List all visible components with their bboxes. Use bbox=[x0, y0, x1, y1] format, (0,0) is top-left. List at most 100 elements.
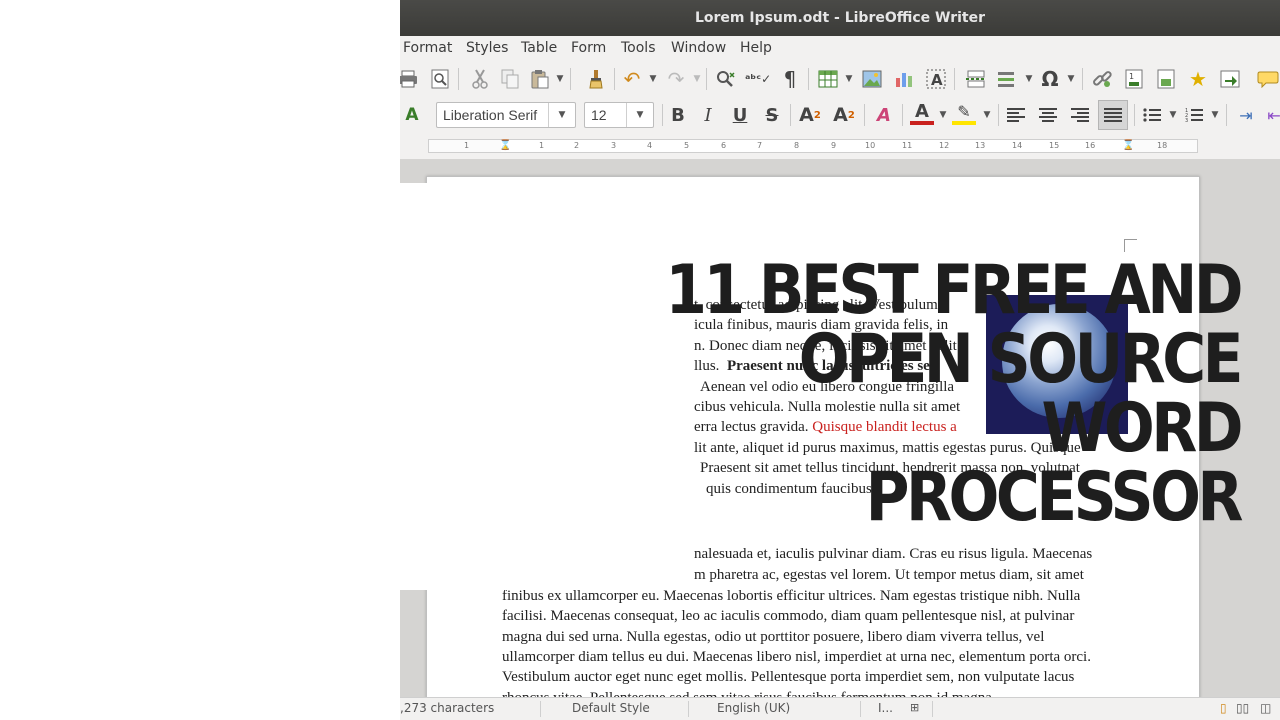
menu-form[interactable]: Form bbox=[571, 40, 606, 56]
toolbar-separator bbox=[1226, 104, 1227, 126]
font-color-icon[interactable]: A bbox=[910, 101, 934, 125]
toolbar-separator bbox=[902, 104, 903, 126]
paste-dropdown-icon[interactable]: ▼ bbox=[555, 67, 565, 91]
headline-line: PROCESSOR bbox=[865, 458, 1244, 537]
superscript-icon[interactable]: A2 bbox=[798, 103, 822, 127]
styles-icon[interactable]: A bbox=[400, 103, 424, 127]
font-name-dropdown-icon[interactable]: ▼ bbox=[548, 103, 575, 127]
toolbar-separator bbox=[1082, 68, 1083, 90]
redo-icon[interactable]: ↷ bbox=[664, 67, 688, 91]
font-size-dropdown-icon[interactable]: ▼ bbox=[626, 103, 653, 127]
special-character-icon[interactable]: Ω bbox=[1038, 67, 1062, 91]
align-right-icon[interactable] bbox=[1068, 103, 1092, 127]
ruler-label: 12 bbox=[939, 141, 950, 150]
menu-format[interactable]: Format bbox=[403, 40, 452, 56]
toolbar-separator bbox=[998, 104, 999, 126]
menu-tools[interactable]: Tools bbox=[621, 40, 656, 56]
paste-icon[interactable] bbox=[528, 67, 552, 91]
align-center-icon[interactable] bbox=[1036, 103, 1060, 127]
insert-table-icon[interactable] bbox=[816, 67, 840, 91]
highlight-icon[interactable]: ✎ bbox=[952, 101, 976, 125]
insert-image-icon[interactable] bbox=[860, 67, 884, 91]
bullets-dropdown-icon[interactable]: ▼ bbox=[1168, 103, 1178, 127]
multi-page-view-icon[interactable]: ▯▯ bbox=[1236, 701, 1249, 715]
spelling-icon[interactable]: ᵃᵇᶜ✓ bbox=[745, 67, 771, 91]
toolbar-separator bbox=[1134, 104, 1135, 126]
increase-indent-icon[interactable]: ⇥ bbox=[1234, 103, 1258, 127]
hyperlink-icon[interactable] bbox=[1090, 67, 1114, 91]
insert-field-icon[interactable] bbox=[996, 67, 1020, 91]
font-size-combo[interactable]: 12 ▼ bbox=[584, 102, 654, 128]
special-character-dropdown-icon[interactable]: ▼ bbox=[1066, 67, 1076, 91]
cross-reference-icon[interactable] bbox=[1218, 67, 1242, 91]
clone-formatting-icon[interactable] bbox=[584, 67, 608, 91]
strikethrough-icon[interactable]: S bbox=[760, 103, 784, 127]
underline-icon[interactable]: U bbox=[728, 103, 752, 127]
font-color-dropdown-icon[interactable]: ▼ bbox=[938, 103, 948, 127]
insert-chart-icon[interactable] bbox=[892, 67, 916, 91]
page-style[interactable]: Default Style bbox=[572, 701, 650, 715]
find-replace-icon[interactable] bbox=[714, 67, 738, 91]
standard-toolbar: ▼ ↶ ▼ ↷ ▼ ᵃᵇᶜ✓ ¶ ▼ A ▼ Ω ▼ 1 ★ bbox=[400, 62, 1280, 96]
toolbar-separator bbox=[864, 104, 865, 126]
numbering-dropdown-icon[interactable]: ▼ bbox=[1210, 103, 1220, 127]
menu-help[interactable]: Help bbox=[740, 40, 772, 56]
insert-mode[interactable]: I... bbox=[878, 701, 893, 715]
menu-bar: Format Styles Table Form Tools Window He… bbox=[400, 37, 1280, 61]
copy-icon[interactable] bbox=[498, 67, 522, 91]
highlight-dropdown-icon[interactable]: ▼ bbox=[982, 103, 992, 127]
ruler-indent-marker-icon[interactable]: ⌛ bbox=[499, 140, 511, 152]
toolbar-separator bbox=[458, 68, 459, 90]
horizontal-ruler[interactable]: 1 ⌛ 1 2 3 4 5 6 7 8 9 10 11 12 13 14 15 … bbox=[428, 139, 1198, 153]
justify-icon[interactable] bbox=[1098, 100, 1128, 130]
undo-dropdown-icon[interactable]: ▼ bbox=[648, 67, 658, 91]
ruler-label: 7 bbox=[757, 141, 763, 150]
insert-textbox-icon[interactable]: A bbox=[924, 67, 948, 91]
character-count[interactable]: ,273 characters bbox=[400, 701, 494, 715]
language[interactable]: English (UK) bbox=[717, 701, 790, 715]
clear-formatting-icon[interactable]: A bbox=[872, 103, 896, 127]
print-icon[interactable] bbox=[400, 67, 420, 91]
document-modified-icon[interactable]: ⊞ bbox=[910, 701, 919, 714]
toolbar-separator bbox=[706, 68, 707, 90]
undo-icon[interactable]: ↶ bbox=[620, 67, 644, 91]
align-left-icon[interactable] bbox=[1004, 103, 1028, 127]
ruler-label: 4 bbox=[647, 141, 653, 150]
font-size-value: 12 bbox=[591, 107, 607, 123]
subscript-icon[interactable]: A2 bbox=[832, 103, 856, 127]
numbering-icon[interactable]: 123 bbox=[1182, 103, 1206, 127]
table-dropdown-icon[interactable]: ▼ bbox=[844, 67, 854, 91]
ruler-label: 9 bbox=[831, 141, 837, 150]
italic-icon[interactable]: I bbox=[696, 103, 720, 127]
menu-table[interactable]: Table bbox=[521, 40, 557, 56]
text-line: m pharetra ac, egestas vel lorem. Ut tem… bbox=[694, 567, 1084, 583]
headline-line: 11 BEST FREE AND bbox=[665, 251, 1243, 330]
formatting-marks-icon[interactable]: ¶ bbox=[778, 67, 802, 91]
bullets-icon[interactable] bbox=[1140, 103, 1164, 127]
menu-styles[interactable]: Styles bbox=[466, 40, 508, 56]
ruler-label: 1 bbox=[539, 141, 545, 150]
text-line: ullamcorper diam tellus eu dui. Maecenas… bbox=[502, 649, 1091, 665]
insert-page-break-icon[interactable] bbox=[964, 67, 988, 91]
single-page-view-icon[interactable]: ▯ bbox=[1220, 701, 1227, 715]
status-separator bbox=[860, 701, 861, 717]
endnote-icon[interactable] bbox=[1154, 67, 1178, 91]
font-name-combo[interactable]: Liberation Serif ▼ bbox=[436, 102, 576, 128]
bookmark-icon[interactable]: ★ bbox=[1186, 67, 1210, 91]
ruler-indent-marker-icon[interactable]: ⌛ bbox=[1122, 140, 1134, 152]
decrease-indent-icon[interactable]: ⇤ bbox=[1262, 103, 1280, 127]
status-separator bbox=[932, 701, 933, 717]
svg-text:1: 1 bbox=[1129, 72, 1134, 81]
ruler-label: 2 bbox=[574, 141, 580, 150]
cut-icon[interactable] bbox=[468, 67, 492, 91]
comment-icon[interactable] bbox=[1256, 67, 1280, 91]
print-preview-icon[interactable] bbox=[428, 67, 452, 91]
field-dropdown-icon[interactable]: ▼ bbox=[1024, 67, 1034, 91]
redo-dropdown-icon[interactable]: ▼ bbox=[692, 67, 702, 91]
footnote-icon[interactable]: 1 bbox=[1122, 67, 1146, 91]
ruler-label: 8 bbox=[794, 141, 800, 150]
bold-icon[interactable]: B bbox=[666, 103, 690, 127]
status-bar: ,273 characters Default Style English (U… bbox=[400, 697, 1280, 720]
menu-window[interactable]: Window bbox=[671, 40, 726, 56]
book-view-icon[interactable]: ◫ bbox=[1260, 701, 1271, 715]
